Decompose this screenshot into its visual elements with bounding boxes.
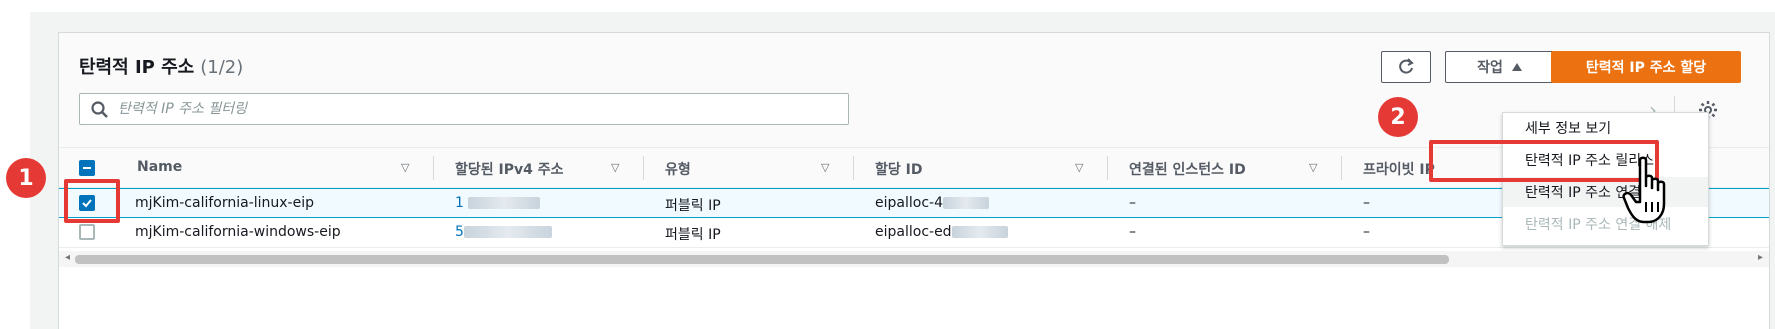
column-instance-id[interactable]: 연결된 인스턴스 ID [1129, 159, 1246, 179]
scrollbar-thumb[interactable] [75, 255, 1449, 264]
sort-icon[interactable]: ▽ [1075, 161, 1083, 174]
row-ipv4[interactable]: 5 [455, 224, 552, 240]
alloc-prefix: eipalloc-4 [875, 195, 943, 211]
row-allocation-id: eipalloc-4 [875, 195, 989, 211]
ipv4-prefix: 5 [455, 224, 464, 240]
redacted-blur [463, 226, 552, 238]
column-allocation-id[interactable]: 할당 ID [875, 159, 922, 179]
page-title: 탄력적 IP 주소 (1/2) [79, 53, 243, 79]
indeterminate-mark [83, 167, 91, 169]
sort-icon[interactable]: ▽ [611, 161, 619, 174]
refresh-icon [1399, 58, 1414, 74]
column-name[interactable]: Name [137, 159, 182, 175]
sort-icon[interactable]: ▽ [401, 161, 409, 174]
column-private-ip[interactable]: 프라이빗 IP [1363, 159, 1435, 179]
row-name: mjKim-california-windows-eip [135, 224, 341, 240]
refresh-button[interactable] [1381, 51, 1431, 83]
caret-up-icon [1511, 63, 1522, 71]
row-private-ip: – [1363, 195, 1370, 211]
hand-pointer-icon [1622, 156, 1666, 224]
sort-icon[interactable]: ▽ [821, 161, 829, 174]
row-instance-id: – [1129, 224, 1136, 240]
actions-label: 작업 [1477, 60, 1503, 76]
redacted-blur [951, 226, 1008, 238]
title-text: 탄력적 IP 주소 [79, 57, 195, 78]
highlight-box-checkbox [64, 179, 120, 223]
search-icon [91, 101, 108, 118]
filter-search[interactable] [79, 93, 849, 125]
alloc-prefix: eipalloc-ed [875, 224, 952, 240]
redacted-blur [468, 197, 541, 209]
row-private-ip: – [1363, 224, 1370, 240]
step-badge-1: 1 [6, 158, 46, 198]
ipv4-prefix: 1 [455, 195, 464, 211]
row-type: 퍼블릭 IP [665, 198, 721, 214]
column-divider [1341, 156, 1342, 180]
row-name: mjKim-california-linux-eip [135, 195, 314, 211]
step-badge-2: 2 [1378, 97, 1418, 137]
actions-button[interactable]: 작업 [1445, 51, 1555, 83]
select-all-checkbox[interactable] [79, 160, 95, 176]
scroll-right-icon[interactable]: ▸ [1758, 252, 1763, 263]
row-allocation-id: eipalloc-ed [875, 224, 1008, 240]
row-checkbox[interactable] [79, 224, 95, 240]
allocate-eip-button[interactable]: 탄력적 IP 주소 할당 [1551, 51, 1741, 83]
search-input[interactable] [118, 98, 818, 120]
column-divider [1107, 156, 1108, 180]
row-type: 퍼블릭 IP [665, 227, 721, 243]
column-divider [643, 156, 644, 180]
redacted-blur [942, 197, 989, 209]
menu-item-view-details[interactable]: 세부 정보 보기 [1503, 113, 1708, 143]
column-divider [433, 156, 434, 180]
column-divider [853, 156, 854, 180]
sort-icon[interactable]: ▽ [1309, 161, 1317, 174]
row-ipv4[interactable]: 1 [455, 195, 541, 211]
scroll-left-icon[interactable]: ◂ [65, 252, 70, 263]
column-ipv4[interactable]: 할당된 IPv4 주소 [455, 159, 564, 179]
column-type[interactable]: 유형 [665, 159, 691, 179]
row-instance-id: – [1129, 195, 1136, 211]
selection-count: (1/2) [200, 57, 244, 78]
horizontal-scrollbar[interactable]: ◂ ▸ [59, 251, 1769, 267]
